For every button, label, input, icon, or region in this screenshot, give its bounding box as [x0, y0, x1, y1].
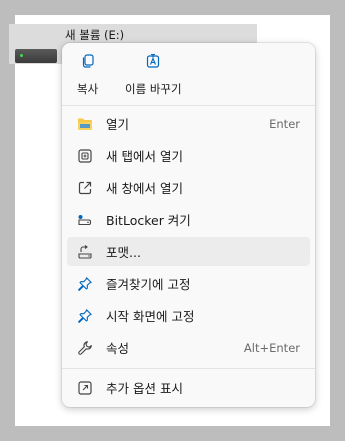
menu-item-label: 포맷... [106, 245, 141, 260]
drive-name: 새 볼륨 (E:) [65, 28, 125, 42]
folder-icon [77, 116, 93, 132]
menu-divider [62, 105, 315, 106]
pin-icon [77, 308, 93, 324]
menu-item-label: 열기 [106, 117, 130, 132]
menu-item-label: 즐겨찾기에 고정 [106, 277, 191, 292]
menu-item-pin-to-quick-access[interactable]: 즐겨찾기에 고정 [67, 269, 310, 298]
menu-item-turn-on-bitlocker[interactable]: BitLocker 켜기 [67, 205, 310, 234]
menu-item-pin-to-start[interactable]: 시작 화면에 고정 [67, 301, 310, 330]
rename-button[interactable]: 이름 바꾸기 [125, 53, 182, 99]
show-more-options-icon [77, 380, 93, 396]
menu-item-shortcut: Enter [269, 116, 300, 131]
menu-item-properties[interactable]: 속성 Alt+Enter [67, 333, 310, 362]
menu-item-open[interactable]: 열기 Enter [67, 109, 310, 138]
menu-item-shortcut: Alt+Enter [243, 340, 300, 355]
drive-icon [15, 49, 57, 63]
menu-item-label: 속성 [106, 341, 130, 356]
menu-item-label: 시작 화면에 고정 [106, 309, 195, 324]
menu-divider [62, 368, 315, 369]
new-window-icon [77, 180, 93, 196]
new-tab-icon [77, 148, 93, 164]
menu-item-show-more-options[interactable]: 추가 옵션 표시 [67, 373, 310, 402]
menu-item-label: 새 창에서 열기 [106, 181, 183, 196]
menu-item-label: 추가 옵션 표시 [106, 381, 183, 396]
menu-item-format[interactable]: 포맷... [67, 237, 310, 266]
context-menu-quick-actions: 복사 이름 바꾸기 [62, 43, 315, 105]
menu-item-label: 새 탭에서 열기 [106, 149, 183, 164]
copy-label: 복사 [77, 82, 99, 96]
copy-button[interactable]: 복사 [77, 53, 98, 99]
bitlocker-key-icon [77, 212, 93, 228]
menu-item-open-in-new-window[interactable]: 새 창에서 열기 [67, 173, 310, 202]
wrench-icon [77, 340, 93, 356]
format-drive-icon [77, 244, 93, 260]
context-menu: 복사 이름 바꾸기 열기 Enter 새 탭에서 열기 새 창에서 열기 Bit… [62, 43, 315, 407]
pin-icon [77, 276, 93, 292]
menu-item-open-in-new-tab[interactable]: 새 탭에서 열기 [67, 141, 310, 170]
rename-icon [145, 53, 161, 73]
copy-icon [80, 53, 96, 73]
rename-label: 이름 바꾸기 [125, 82, 182, 96]
menu-item-label: BitLocker 켜기 [106, 213, 191, 228]
